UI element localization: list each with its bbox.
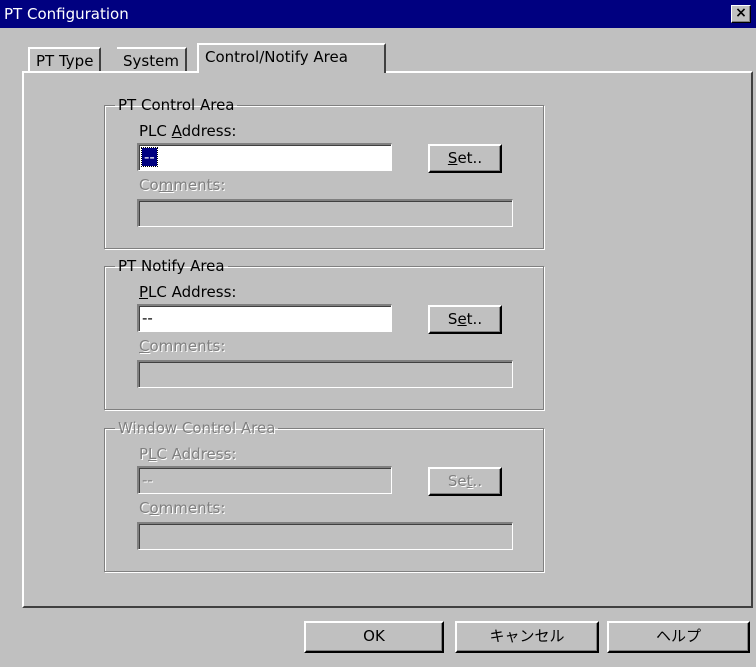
help-button[interactable]: ヘルプ — [607, 621, 750, 653]
plc-address-label: PLC Address: — [139, 283, 237, 301]
tab-label: PT Type — [36, 52, 94, 70]
title-bar: PT Configuration × — [0, 0, 756, 28]
window-control-area-group: Window Control Area PLC Address: -- Set.… — [104, 420, 544, 572]
tab-system[interactable]: System — [117, 47, 187, 73]
tab-pt-type[interactable]: PT Type — [28, 47, 102, 73]
plc-address-label: PLC Address: — [139, 445, 237, 463]
notify-set-button[interactable]: Set.. — [428, 305, 502, 334]
group-title: PT Control Area — [118, 96, 235, 114]
comments-label: Comments: — [139, 337, 226, 355]
group-title: Window Control Area — [118, 419, 276, 437]
selected-text: -- — [141, 147, 158, 167]
cancel-button[interactable]: キャンセル — [455, 621, 599, 653]
tab-control-notify-area[interactable]: Control/Notify Area — [197, 43, 386, 73]
tab-panel-control-notify: PT Control Area PLC Address: -- Set.. Co… — [22, 71, 753, 608]
comments-label: Comments: — [139, 499, 226, 517]
window-title: PT Configuration — [4, 5, 129, 23]
tab-label: System — [123, 52, 179, 70]
ok-button[interactable]: OK — [304, 621, 444, 653]
group-title: PT Notify Area — [118, 257, 225, 275]
control-plc-address-input[interactable]: -- — [137, 143, 392, 171]
plc-address-label: PLC Address: — [139, 122, 237, 140]
window-set-button: Set.. — [428, 467, 502, 496]
notify-comments-field — [137, 360, 513, 388]
pt-notify-area-group: PT Notify Area PLC Address: -- Set.. Com… — [104, 258, 544, 410]
tab-label: Control/Notify Area — [205, 48, 348, 66]
control-comments-field — [137, 199, 513, 227]
comments-label: Comments: — [139, 176, 226, 194]
control-set-button[interactable]: Set.. — [428, 144, 502, 173]
window-comments-field — [137, 522, 513, 550]
window-plc-address-input: -- — [137, 466, 392, 494]
close-button[interactable]: × — [731, 5, 751, 23]
pt-control-area-group: PT Control Area PLC Address: -- Set.. Co… — [104, 97, 544, 249]
notify-plc-address-input[interactable]: -- — [137, 304, 392, 332]
close-icon: × — [735, 5, 747, 21]
